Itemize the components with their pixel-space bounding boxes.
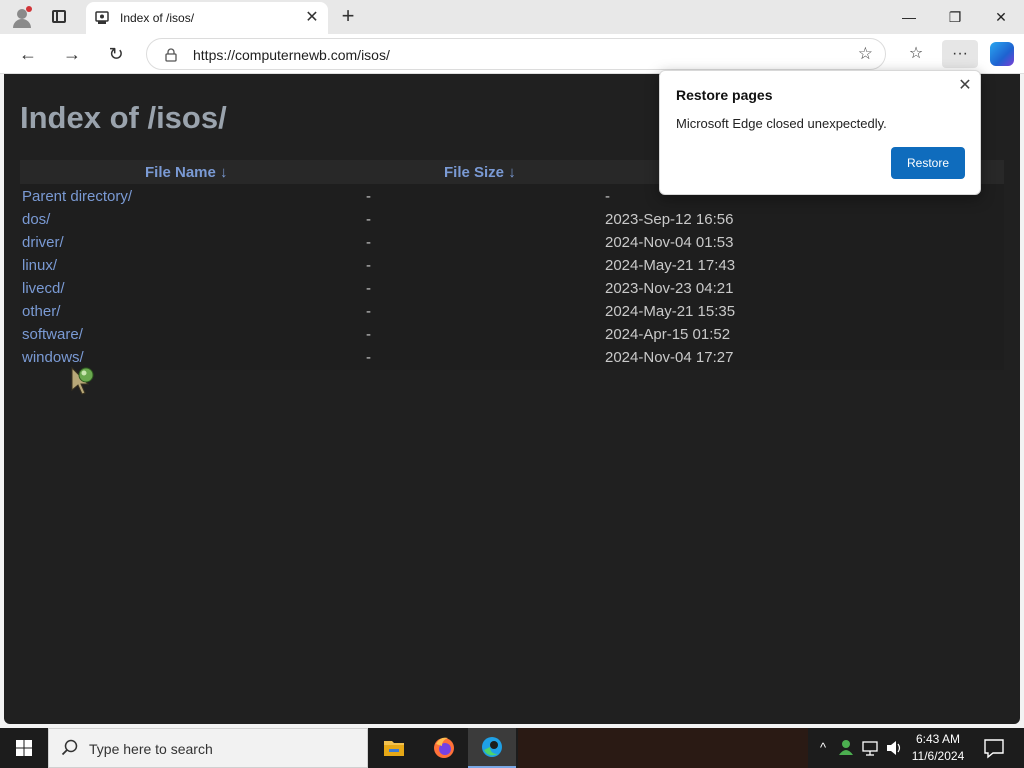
forward-icon[interactable]: → (58, 40, 86, 68)
file-date: 2023-Nov-23 04:21 (605, 280, 734, 297)
minimize-button[interactable]: — (886, 0, 932, 34)
file-date: 2024-May-21 15:35 (605, 303, 736, 320)
file-size: - (366, 303, 371, 320)
network-icon[interactable] (860, 728, 882, 768)
taskbar-wallpaper-peek (518, 728, 808, 768)
file-link[interactable]: dos/ (22, 211, 50, 228)
table-row: driver/ - 2024-Nov-04 01:53 (20, 231, 1004, 254)
clock-time: 6:43 AM (915, 732, 961, 746)
edge-icon (482, 737, 502, 757)
table-row: dos/ - 2023-Sep-12 16:56 (20, 208, 1004, 231)
file-date: 2023-Sep-12 16:56 (605, 211, 734, 228)
file-size: - (366, 326, 371, 343)
notification-center-icon[interactable] (974, 728, 1014, 768)
windows-taskbar: Type here to search ^ 6:43 AM 11/6/2024 (0, 728, 1024, 768)
table-row: software/ - 2024-Apr-15 01:52 (20, 323, 1004, 346)
new-tab-button[interactable]: + (336, 5, 360, 29)
address-toolbar: ← → ↻ https://computernewb.com/isos/ ☆ ☆… (0, 34, 1024, 74)
file-size: - (366, 349, 371, 366)
site-favicon-icon (95, 11, 109, 24)
file-date: 2024-May-21 17:43 (605, 257, 736, 274)
column-file-name[interactable]: File Name ↓ (145, 164, 228, 181)
table-row: windows/ - 2024-Nov-04 17:27 (20, 346, 1004, 369)
taskbar-search-box[interactable]: Type here to search (48, 728, 368, 768)
file-link[interactable]: driver/ (22, 234, 64, 251)
settings-more-icon[interactable]: ··· (942, 40, 978, 68)
file-date: 2024-Nov-04 17:27 (605, 349, 734, 366)
file-size: - (366, 234, 371, 251)
file-date: 2024-Apr-15 01:52 (605, 326, 731, 343)
firefox-icon[interactable] (420, 728, 468, 768)
copilot-icon[interactable] (990, 42, 1014, 66)
tray-overflow-icon[interactable]: ^ (814, 728, 832, 768)
file-explorer-icon[interactable] (370, 728, 418, 768)
favorite-star-icon[interactable]: ☆ (858, 44, 873, 64)
tab-actions-icon[interactable] (48, 7, 70, 27)
restore-pages-popup: Restore pages Microsoft Edge closed unex… (659, 70, 981, 195)
file-link[interactable]: livecd/ (22, 280, 65, 297)
table-row: linux/ - 2024-May-21 17:43 (20, 254, 1004, 277)
search-icon (61, 739, 78, 756)
back-icon[interactable]: ← (14, 40, 42, 68)
page-title: Index of /isos/ (20, 100, 227, 135)
file-size: - (366, 280, 371, 297)
tab-active[interactable]: Index of /isos/ ✕ (86, 2, 328, 34)
popup-message: Microsoft Edge closed unexpectedly. (676, 116, 887, 131)
file-date: 2024-Nov-04 01:53 (605, 234, 734, 251)
table-row: livecd/ - 2023-Nov-23 04:21 (20, 277, 1004, 300)
file-size: - (366, 211, 371, 228)
file-size: - (366, 188, 371, 205)
table-row: other/ - 2024-May-21 15:35 (20, 300, 1004, 323)
user-status-icon[interactable] (836, 728, 856, 768)
favorites-icon[interactable]: ☆ (902, 40, 930, 68)
busy-cursor-icon (71, 366, 94, 395)
system-clock[interactable]: 6:43 AM 11/6/2024 (906, 731, 970, 765)
popup-close-icon[interactable]: ✕ (954, 75, 976, 97)
lock-icon[interactable] (165, 48, 177, 62)
tab-close-icon[interactable]: ✕ (302, 8, 322, 28)
tab-title: Index of /isos/ (120, 11, 195, 25)
edge-taskbar-app[interactable] (468, 728, 516, 768)
profile-icon[interactable] (10, 6, 34, 28)
restore-button[interactable]: ❐ (932, 0, 978, 34)
file-link[interactable]: Parent directory/ (22, 188, 132, 205)
tab-bar: Index of /isos/ ✕ + — ❐ ✕ (0, 0, 1024, 34)
file-link[interactable]: other/ (22, 303, 60, 320)
volume-icon[interactable] (884, 728, 904, 768)
file-link[interactable]: linux/ (22, 257, 57, 274)
url-text[interactable]: https://computernewb.com/isos/ (193, 47, 390, 63)
address-bar[interactable]: https://computernewb.com/isos/ ☆ (146, 38, 886, 70)
file-link[interactable]: windows/ (22, 349, 84, 366)
file-size: - (366, 257, 371, 274)
restore-button-popup[interactable]: Restore (891, 147, 965, 179)
column-file-size[interactable]: File Size ↓ (444, 164, 516, 181)
close-window-button[interactable]: ✕ (978, 0, 1024, 34)
windows-start-icon[interactable] (0, 728, 48, 768)
search-placeholder: Type here to search (89, 741, 213, 757)
popup-title: Restore pages (676, 87, 773, 103)
file-link[interactable]: software/ (22, 326, 83, 343)
file-date: - (605, 188, 610, 205)
clock-date: 11/6/2024 (911, 749, 965, 763)
refresh-icon[interactable]: ↻ (102, 40, 130, 68)
